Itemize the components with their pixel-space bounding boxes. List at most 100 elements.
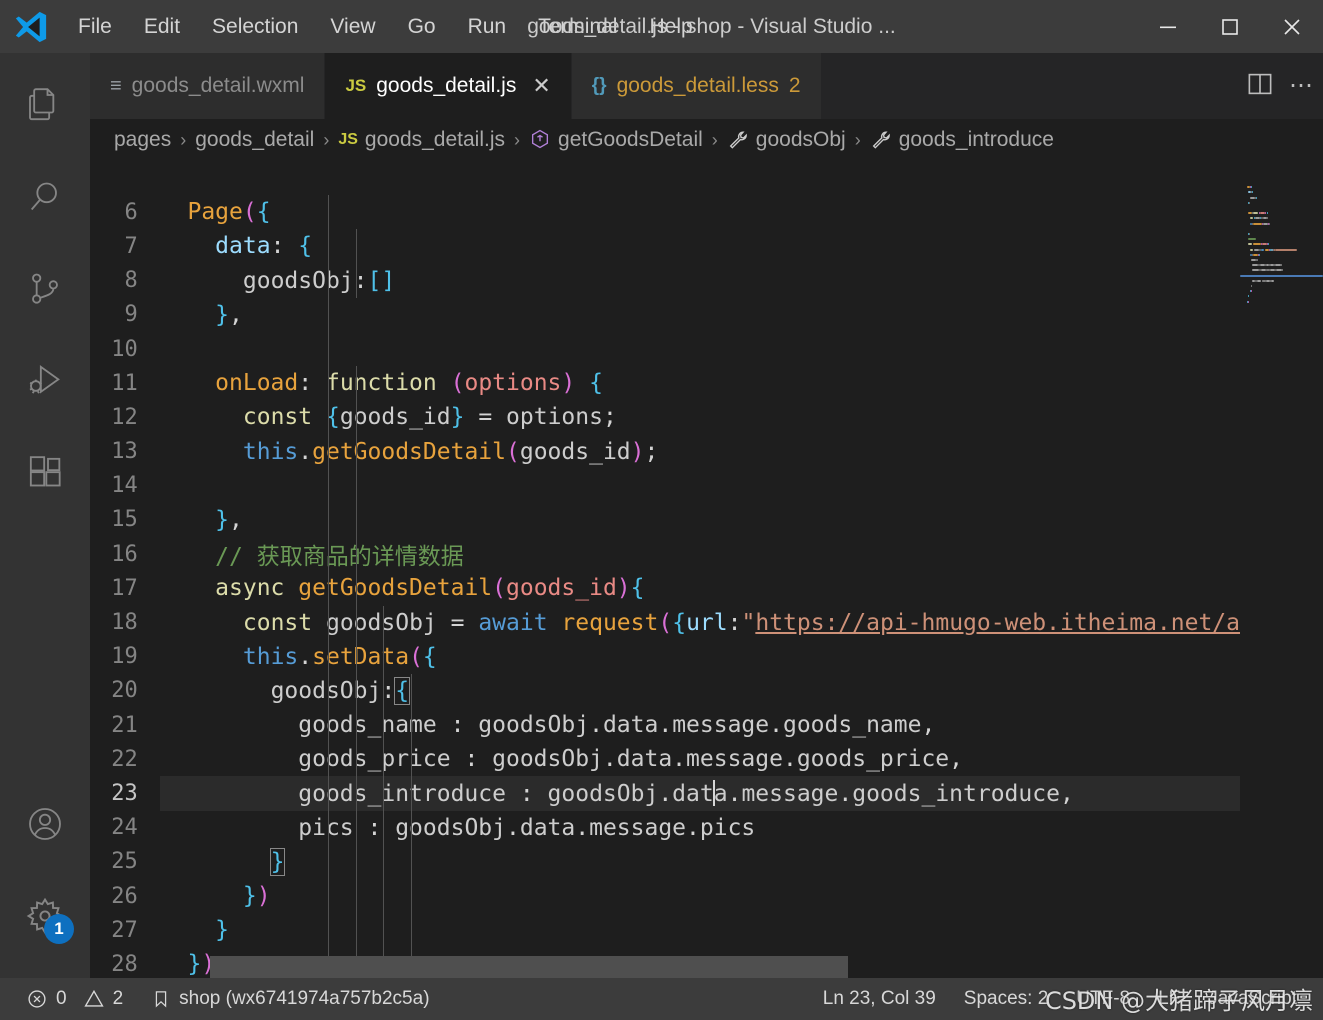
maximize-button[interactable]: [1199, 0, 1261, 53]
code-line[interactable]: [90, 161, 1240, 196]
status-indentation[interactable]: Spaces: 2: [950, 988, 1063, 1010]
breadcrumb-item-goods-detail[interactable]: goods_detail: [193, 128, 316, 152]
code-text[interactable]: const {goods_id} = options;: [160, 400, 1240, 434]
code-text[interactable]: data: {: [160, 229, 1240, 263]
code-line[interactable]: 8 goodsObj:[]: [90, 263, 1240, 298]
code-text[interactable]: }: [160, 845, 1240, 879]
editor-scrollable[interactable]: 6 Page({7 data: {8 goodsObj:[] 9 }, 10 11 o…: [90, 161, 1240, 978]
minimize-button[interactable]: [1137, 0, 1199, 53]
code-text[interactable]: goods_price : goodsObj.data.message.good…: [160, 742, 1240, 776]
menu-go[interactable]: Go: [392, 11, 452, 43]
code-token: }: [242, 883, 257, 910]
error-icon: [26, 988, 48, 1010]
menu-terminal[interactable]: Terminal: [522, 11, 633, 43]
code-line[interactable]: 17 async getGoodsDetail(goods_id){: [90, 571, 1240, 606]
code-line[interactable]: 7 data: {: [90, 229, 1240, 264]
code-text[interactable]: },: [160, 298, 1240, 332]
status-encoding[interactable]: UTF-8: [1062, 988, 1144, 1010]
code-line[interactable]: 21 goods_name : goodsObj.data.message.go…: [90, 708, 1240, 743]
code-line[interactable]: 26 }): [90, 878, 1240, 914]
minimap-line: [1271, 279, 1274, 282]
horizontal-scrollbar-thumb[interactable]: [210, 956, 848, 978]
breadcrumb-item-goods-detail-js[interactable]: JS goods_detail.js: [336, 128, 507, 152]
breadcrumb-item-goodsobj[interactable]: goodsObj: [725, 128, 848, 152]
close-button[interactable]: [1261, 0, 1323, 53]
code-token: async: [215, 575, 285, 602]
activity-source-control[interactable]: [0, 243, 90, 335]
code-line[interactable]: 24 pics : goodsObj.data.message.pics: [90, 810, 1240, 845]
activity-accounts[interactable]: [0, 778, 90, 870]
code-line[interactable]: 9 },: [90, 297, 1240, 332]
tab-close-icon[interactable]: ✕: [532, 73, 550, 99]
activity-search[interactable]: [0, 151, 90, 243]
activity-extensions[interactable]: [0, 427, 90, 519]
minimap-line: [1268, 222, 1270, 225]
activity-explorer[interactable]: [0, 59, 90, 151]
code-line[interactable]: 25 }: [90, 844, 1240, 879]
status-language-mode[interactable]: JavaScript: [1194, 988, 1311, 1010]
horizontal-scrollbar[interactable]: [90, 956, 1157, 978]
code-line[interactable]: 11 onLoad: function (options) {: [90, 366, 1240, 401]
menu-help[interactable]: Help: [633, 11, 708, 43]
code-line[interactable]: 15 },: [90, 502, 1240, 538]
more-actions-button[interactable]: ⋯: [1289, 74, 1313, 98]
code-text[interactable]: }: [160, 913, 1240, 947]
breadcrumb: pages › goods_detail › JS goods_detail.j…: [90, 119, 1323, 161]
menu-selection[interactable]: Selection: [196, 11, 314, 43]
code-text[interactable]: Page({: [160, 195, 1240, 229]
activity-manage-settings[interactable]: 1: [0, 870, 90, 962]
menu-run[interactable]: Run: [452, 11, 523, 43]
breadcrumb-item-getgoodsdetail[interactable]: getGoodsDetail: [527, 128, 705, 152]
code-text[interactable]: this.setData({: [160, 640, 1240, 674]
code-text[interactable]: // 获取商品的详情数据: [160, 537, 1240, 571]
status-problems[interactable]: 0 2: [12, 978, 137, 1020]
code-line[interactable]: 23 goods_introduce : goodsObj.data.messa…: [90, 776, 1240, 811]
minimap[interactable]: [1240, 161, 1323, 978]
code-token: request: [561, 609, 659, 636]
code-line[interactable]: 20 goodsObj:{: [90, 673, 1240, 708]
tab-goods-detail-less[interactable]: {} goods_detail.less 2: [571, 53, 822, 119]
code-token: []: [367, 267, 396, 294]
menu-view[interactable]: View: [314, 11, 391, 43]
code-line[interactable]: 6 Page({: [90, 195, 1240, 230]
code-line[interactable]: 14: [90, 468, 1240, 503]
menu-file[interactable]: File: [62, 11, 128, 43]
code-text[interactable]: const goodsObj = await request({url:"htt…: [160, 605, 1240, 639]
code-text[interactable]: [160, 469, 1240, 503]
tab-goods-detail-js[interactable]: JS goods_detail.js ✕: [325, 53, 572, 119]
tab-goods-detail-wxml[interactable]: ≡ goods_detail.wxml: [90, 53, 326, 119]
breadcrumb-item-goods-introduce[interactable]: goods_introduce: [868, 128, 1056, 152]
code-text[interactable]: onLoad: function (options) {: [160, 366, 1240, 400]
split-editor-right-button[interactable]: [1245, 69, 1275, 104]
code-line[interactable]: 18 const goodsObj = await request({url:"…: [90, 605, 1240, 640]
code-text[interactable]: goodsObj:{: [160, 674, 1240, 708]
code-text[interactable]: [160, 161, 1240, 195]
code-text[interactable]: goods_introduce : goodsObj.data.message.…: [159, 776, 1240, 811]
code-line[interactable]: 13 this.getGoodsDetail(goods_id);: [90, 434, 1240, 469]
menu-edit[interactable]: Edit: [128, 11, 196, 43]
code-token: .: [838, 780, 853, 807]
code-text[interactable]: pics : goodsObj.data.message.pics: [160, 811, 1240, 845]
code-line[interactable]: 16 // 获取商品的详情数据: [90, 537, 1240, 572]
code-text[interactable]: this.getGoodsDetail(goods_id);: [160, 435, 1240, 469]
code-line[interactable]: 10: [90, 331, 1240, 367]
code-text[interactable]: goods_name : goodsObj.data.message.goods…: [160, 708, 1240, 742]
code-text[interactable]: }): [160, 879, 1240, 913]
code-token: url: [686, 609, 728, 636]
code-text[interactable]: [160, 332, 1240, 366]
code-line[interactable]: 27 }: [90, 913, 1240, 948]
status-cursor-position[interactable]: Ln 23, Col 39: [809, 988, 950, 1010]
status-eol[interactable]: LF: [1144, 988, 1194, 1010]
code-text[interactable]: goodsObj:[]: [160, 264, 1240, 298]
status-project[interactable]: shop (wx6741974a757b2c5a): [137, 978, 443, 1020]
activity-run-debug[interactable]: [0, 335, 90, 427]
code-text[interactable]: },: [160, 503, 1240, 537]
breadcrumb-item-pages[interactable]: pages: [112, 128, 173, 152]
code-line[interactable]: 19 this.setData({: [90, 639, 1240, 674]
code-text[interactable]: async getGoodsDetail(goods_id){: [160, 571, 1240, 605]
less-file-icon: {}: [591, 75, 607, 96]
extensions-icon: [29, 456, 61, 487]
code-line[interactable]: 22 goods_price : goodsObj.data.message.g…: [90, 742, 1240, 777]
code-line[interactable]: 12 const {goods_id} = options;: [90, 400, 1240, 435]
